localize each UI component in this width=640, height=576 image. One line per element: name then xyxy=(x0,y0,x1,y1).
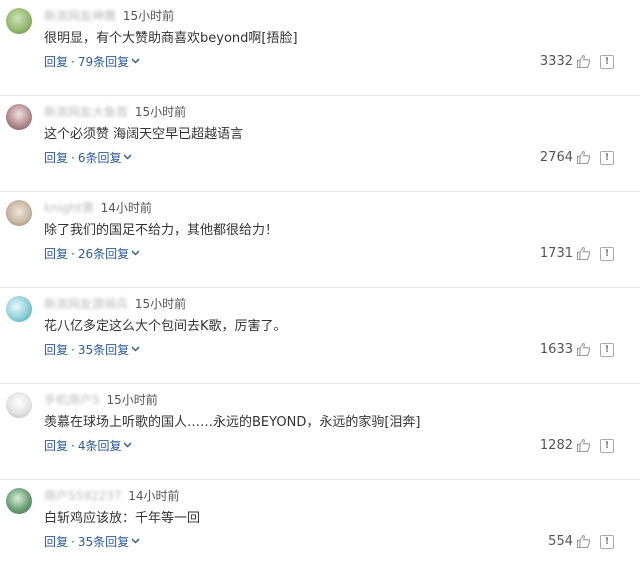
comment-list: 新浪网友神鹰 15小时前 很明显，有个大赞助商喜欢beyond啊[捂脸] 回复 … xyxy=(0,0,640,576)
like-count: 1282 xyxy=(539,438,573,453)
comment-text: 除了我们的国足不给力，其他都很给力！ xyxy=(44,223,279,238)
timestamp: 14小时前 xyxy=(128,489,180,503)
comment-item: knight萧 14小时前 除了我们的国足不给力，其他都很给力！ 回复 · 26… xyxy=(0,192,640,288)
like-count: 554 xyxy=(548,534,573,549)
reply-count-link[interactable]: 6条回复 xyxy=(78,150,122,166)
like-count: 1731 xyxy=(539,246,573,261)
chevron-down-icon[interactable] xyxy=(131,54,140,70)
username[interactable]: 新浪网友游骑兵 xyxy=(44,296,128,312)
report-icon[interactable]: ! xyxy=(600,534,614,549)
thumbs-up-icon[interactable] xyxy=(576,534,591,549)
separator-dot: · xyxy=(71,151,75,165)
comment-item: 用户5592237 14小时前 白斩鸡应该放：千年等一回 回复 · 35条回复 … xyxy=(0,480,640,576)
timestamp: 15小时前 xyxy=(106,393,158,407)
reply-count-link[interactable]: 4条回复 xyxy=(78,438,122,454)
thumbs-up-icon[interactable] xyxy=(576,438,591,453)
avatar[interactable] xyxy=(6,8,32,34)
like-count: 1633 xyxy=(539,342,573,357)
username[interactable]: 新浪网友大鱼首 xyxy=(44,104,128,120)
reply-count-link[interactable]: 26条回复 xyxy=(78,246,129,262)
reply-button[interactable]: 回复 xyxy=(44,534,68,550)
reply-count-link[interactable]: 35条回复 xyxy=(78,534,129,550)
comment-text: 羡慕在球场上听歌的国人……永远的BEYOND，永远的家驹[泪奔] xyxy=(44,415,421,430)
report-icon[interactable]: ! xyxy=(600,438,614,453)
like-count: 3332 xyxy=(539,54,573,69)
comment-text: 白斩鸡应该放：千年等一回 xyxy=(44,511,201,526)
chevron-down-icon[interactable] xyxy=(123,150,132,166)
chevron-down-icon[interactable] xyxy=(131,342,140,358)
username[interactable]: knight萧 xyxy=(44,200,94,216)
reply-count-link[interactable]: 35条回复 xyxy=(78,342,129,358)
comment-text: 花八亿多定这么大个包间去K歌，厉害了。 xyxy=(44,319,287,334)
report-icon[interactable]: ! xyxy=(600,150,614,165)
thumbs-up-icon[interactable] xyxy=(576,342,591,357)
thumbs-up-icon[interactable] xyxy=(576,54,591,69)
comment-item: 新浪网友大鱼首 15小时前 这个必须赞 海阔天空早已超越语言 回复 · 6条回复… xyxy=(0,96,640,192)
report-icon[interactable]: ! xyxy=(600,246,614,261)
username[interactable]: 手机用户5 xyxy=(44,392,100,408)
timestamp: 15小时前 xyxy=(134,105,187,119)
reply-button[interactable]: 回复 xyxy=(44,246,68,262)
timestamp: 15小时前 xyxy=(122,9,175,23)
separator-dot: · xyxy=(71,247,75,261)
report-icon[interactable]: ! xyxy=(600,342,614,357)
separator-dot: · xyxy=(71,439,75,453)
avatar[interactable] xyxy=(6,296,32,322)
like-count: 2764 xyxy=(539,150,573,165)
separator-dot: · xyxy=(71,535,75,549)
timestamp: 14小时前 xyxy=(100,201,152,215)
separator-dot: · xyxy=(71,343,75,357)
thumbs-up-icon[interactable] xyxy=(576,246,591,261)
avatar[interactable] xyxy=(6,392,32,418)
comment-item: 新浪网友神鹰 15小时前 很明显，有个大赞助商喜欢beyond啊[捂脸] 回复 … xyxy=(0,0,640,96)
reply-button[interactable]: 回复 xyxy=(44,342,68,358)
reply-button[interactable]: 回复 xyxy=(44,54,68,70)
chevron-down-icon[interactable] xyxy=(131,246,140,262)
reply-button[interactable]: 回复 xyxy=(44,438,68,454)
username[interactable]: 新浪网友神鹰 xyxy=(44,8,116,24)
timestamp: 15小时前 xyxy=(134,297,187,311)
chevron-down-icon[interactable] xyxy=(123,438,132,454)
avatar[interactable] xyxy=(6,200,32,226)
chevron-down-icon[interactable] xyxy=(131,534,140,550)
comment-text: 很明显，有个大赞助商喜欢beyond啊[捂脸] xyxy=(44,31,298,46)
thumbs-up-icon[interactable] xyxy=(576,150,591,165)
reply-count-link[interactable]: 79条回复 xyxy=(78,54,129,70)
username[interactable]: 用户5592237 xyxy=(44,488,121,504)
separator-dot: · xyxy=(71,55,75,69)
reply-button[interactable]: 回复 xyxy=(44,150,68,166)
comment-item: 新浪网友游骑兵 15小时前 花八亿多定这么大个包间去K歌，厉害了。 回复 · 3… xyxy=(0,288,640,384)
comment-item: 手机用户5 15小时前 羡慕在球场上听歌的国人……永远的BEYOND，永远的家驹… xyxy=(0,384,640,480)
avatar[interactable] xyxy=(6,488,32,514)
report-icon[interactable]: ! xyxy=(600,54,614,69)
comment-text: 这个必须赞 海阔天空早已超越语言 xyxy=(44,127,244,142)
avatar[interactable] xyxy=(6,104,32,130)
